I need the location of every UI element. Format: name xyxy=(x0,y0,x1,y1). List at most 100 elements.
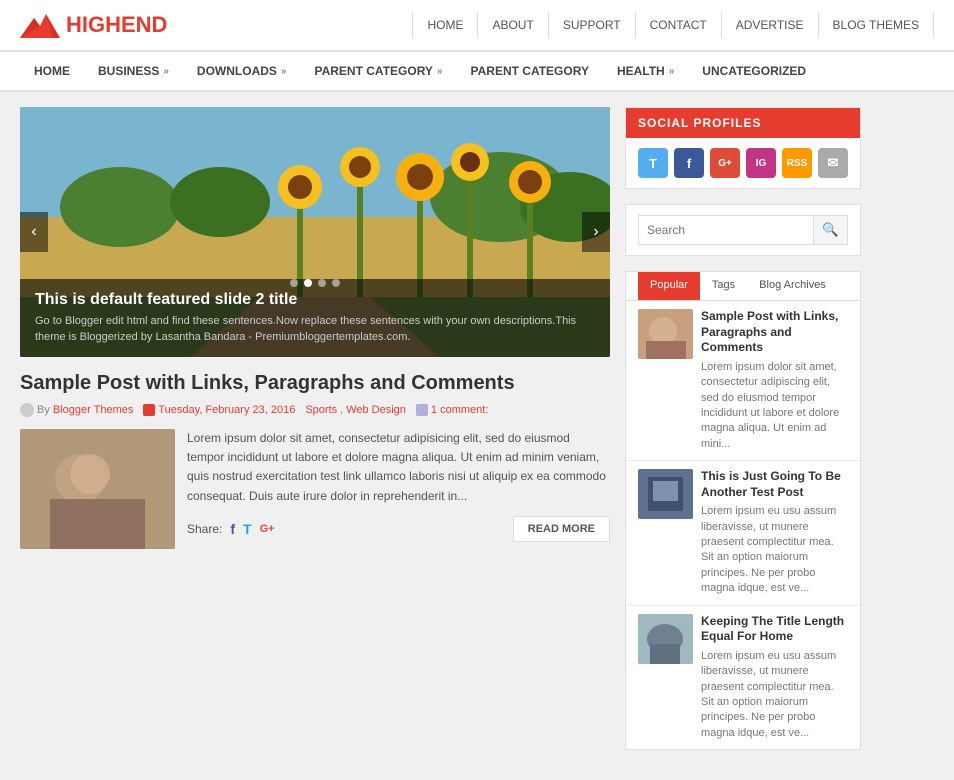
comments-meta: 1 comment: xyxy=(416,404,488,416)
slider-dot-3[interactable] xyxy=(318,279,326,287)
nav-featured[interactable]: PARENT CATEGORY xyxy=(457,52,603,90)
main-nav: HOME BUSINESS » DOWNLOADS » PARENT CATEG… xyxy=(0,51,954,92)
by-label: By xyxy=(37,404,50,416)
top-bar: HIGHEND HOME ABOUT SUPPORT CONTACT ADVER… xyxy=(0,0,954,51)
recent-post-1: Sample Post with Links, Paragraphs and C… xyxy=(626,301,860,461)
slider-dot-2[interactable] xyxy=(304,279,312,287)
recent-post-2: This is Just Going To Be Another Test Po… xyxy=(626,461,860,606)
email-button[interactable]: ✉ xyxy=(818,148,848,178)
downloads-arrow: » xyxy=(281,66,287,77)
top-nav-contact[interactable]: CONTACT xyxy=(636,12,722,38)
share-row: Share: f T G+ READ MORE xyxy=(187,516,610,542)
recent-post-3: Keeping The Title Length Equal For Home … xyxy=(626,606,860,750)
read-more-button[interactable]: READ MORE xyxy=(513,516,610,542)
rp2-thumbnail xyxy=(638,469,693,519)
search-box: 🔍 xyxy=(638,215,848,245)
gplus-button[interactable]: G+ xyxy=(710,148,740,178)
logo-end: END xyxy=(121,12,167,37)
top-nav-advertise[interactable]: ADVERTISE xyxy=(722,12,819,38)
nav-parent-category[interactable]: PARENT CATEGORY » xyxy=(300,52,456,90)
main-content: ‹ › This is default featured slide 2 tit… xyxy=(20,107,610,765)
rp2-svg xyxy=(638,469,693,519)
date-meta: Tuesday, February 23, 2016 xyxy=(143,404,295,416)
slider-dots xyxy=(290,279,340,287)
facebook-share[interactable]: f xyxy=(230,521,235,537)
rp1-text: Lorem ipsum dolor sit amet, consectetur … xyxy=(701,360,848,452)
article-thumb-svg xyxy=(20,429,175,549)
tabs-row: Popular Tags Blog Archives xyxy=(626,272,860,301)
business-arrow: » xyxy=(163,66,169,77)
rp1-title[interactable]: Sample Post with Links, Paragraphs and C… xyxy=(701,309,848,356)
avatar-icon xyxy=(20,403,34,417)
social-icons-row: T f G+ IG RSS ✉ xyxy=(626,138,860,188)
article-body: Lorem ipsum dolor sit amet, consectetur … xyxy=(20,429,610,549)
logo: HIGHEND xyxy=(20,10,167,40)
comments-link[interactable]: 1 comment: xyxy=(431,404,488,416)
nav-downloads[interactable]: DOWNLOADS » xyxy=(183,52,301,90)
logo-high: HIGH xyxy=(66,12,121,37)
rp2-content: This is Just Going To Be Another Test Po… xyxy=(701,469,848,597)
search-widget: 🔍 xyxy=(625,204,861,256)
instagram-button[interactable]: IG xyxy=(746,148,776,178)
cat-sports[interactable]: Sports xyxy=(305,404,337,416)
slider-text: Go to Blogger edit html and find these s… xyxy=(35,314,595,345)
nav-uncategorized[interactable]: UNCATEGORIZED xyxy=(688,52,820,90)
slider-next-button[interactable]: › xyxy=(582,212,610,252)
rp3-content: Keeping The Title Length Equal For Home … xyxy=(701,614,848,742)
nav-business[interactable]: BUSINESS » xyxy=(84,52,183,90)
comment-icon xyxy=(416,404,428,416)
rp3-title[interactable]: Keeping The Title Length Equal For Home xyxy=(701,614,848,645)
recent-posts-widget: Popular Tags Blog Archives Sample Post w… xyxy=(625,271,861,750)
article-text-col: Lorem ipsum dolor sit amet, consectetur … xyxy=(187,429,610,549)
calendar-icon xyxy=(143,404,155,416)
rp3-text: Lorem ipsum eu usu assum liberavisse, ut… xyxy=(701,649,848,741)
rp1-content: Sample Post with Links, Paragraphs and C… xyxy=(701,309,848,452)
author-icon: By Blogger Themes xyxy=(20,403,133,417)
category-meta: Sports, Web Design xyxy=(305,404,406,416)
rp3-svg xyxy=(638,614,693,664)
logo-text: HIGHEND xyxy=(66,12,167,38)
top-nav-home[interactable]: HOME xyxy=(412,12,478,38)
social-profiles-widget: SOCIAL PROFILES T f G+ IG RSS ✉ xyxy=(625,107,861,189)
health-arrow: » xyxy=(669,66,675,77)
article-title: Sample Post with Links, Paragraphs and C… xyxy=(20,372,610,395)
tab-tags[interactable]: Tags xyxy=(700,272,747,300)
tab-blog-archives[interactable]: Blog Archives xyxy=(747,272,838,300)
social-profiles-title: SOCIAL PROFILES xyxy=(626,108,860,138)
logo-icon xyxy=(20,10,60,40)
content-wrapper: ‹ › This is default featured slide 2 tit… xyxy=(0,92,954,780)
gplus-share[interactable]: G+ xyxy=(260,523,275,535)
author-link[interactable]: Blogger Themes xyxy=(53,404,134,416)
nav-home[interactable]: HOME xyxy=(20,52,84,90)
sidebar: SOCIAL PROFILES T f G+ IG RSS ✉ 🔍 Popula… xyxy=(625,107,861,765)
rss-button[interactable]: RSS xyxy=(782,148,812,178)
rp1-thumbnail xyxy=(638,309,693,359)
share-label: Share: xyxy=(187,522,222,536)
top-nav-support[interactable]: SUPPORT xyxy=(549,12,636,38)
twitter-button[interactable]: T xyxy=(638,148,668,178)
rp3-thumbnail xyxy=(638,614,693,664)
top-nav-blog-themes[interactable]: BLOG THEMES xyxy=(819,12,934,38)
slider-dot-1[interactable] xyxy=(290,279,298,287)
facebook-button[interactable]: f xyxy=(674,148,704,178)
search-input[interactable] xyxy=(639,217,813,243)
article-thumbnail xyxy=(20,429,175,549)
rp2-title[interactable]: This is Just Going To Be Another Test Po… xyxy=(701,469,848,500)
slider-prev-button[interactable]: ‹ xyxy=(20,212,48,252)
top-nav: HOME ABOUT SUPPORT CONTACT ADVERTISE BLO… xyxy=(412,12,934,38)
parent-category-arrow: » xyxy=(437,66,443,77)
article-body-text: Lorem ipsum dolor sit amet, consectetur … xyxy=(187,429,610,506)
slider-caption: This is default featured slide 2 title G… xyxy=(20,279,610,357)
tab-popular[interactable]: Popular xyxy=(638,272,700,300)
slider: ‹ › This is default featured slide 2 tit… xyxy=(20,107,610,357)
rp2-text: Lorem ipsum eu usu assum liberavisse, ut… xyxy=(701,504,848,596)
cat-web-design[interactable]: Web Design xyxy=(346,404,406,416)
rp1-svg xyxy=(638,309,693,359)
slider-title: This is default featured slide 2 title xyxy=(35,291,595,309)
nav-health[interactable]: HEALTH » xyxy=(603,52,688,90)
top-nav-about[interactable]: ABOUT xyxy=(478,12,548,38)
search-button[interactable]: 🔍 xyxy=(813,216,847,244)
twitter-share[interactable]: T xyxy=(243,521,252,537)
date-link[interactable]: Tuesday, February 23, 2016 xyxy=(158,404,295,416)
slider-dot-4[interactable] xyxy=(332,279,340,287)
